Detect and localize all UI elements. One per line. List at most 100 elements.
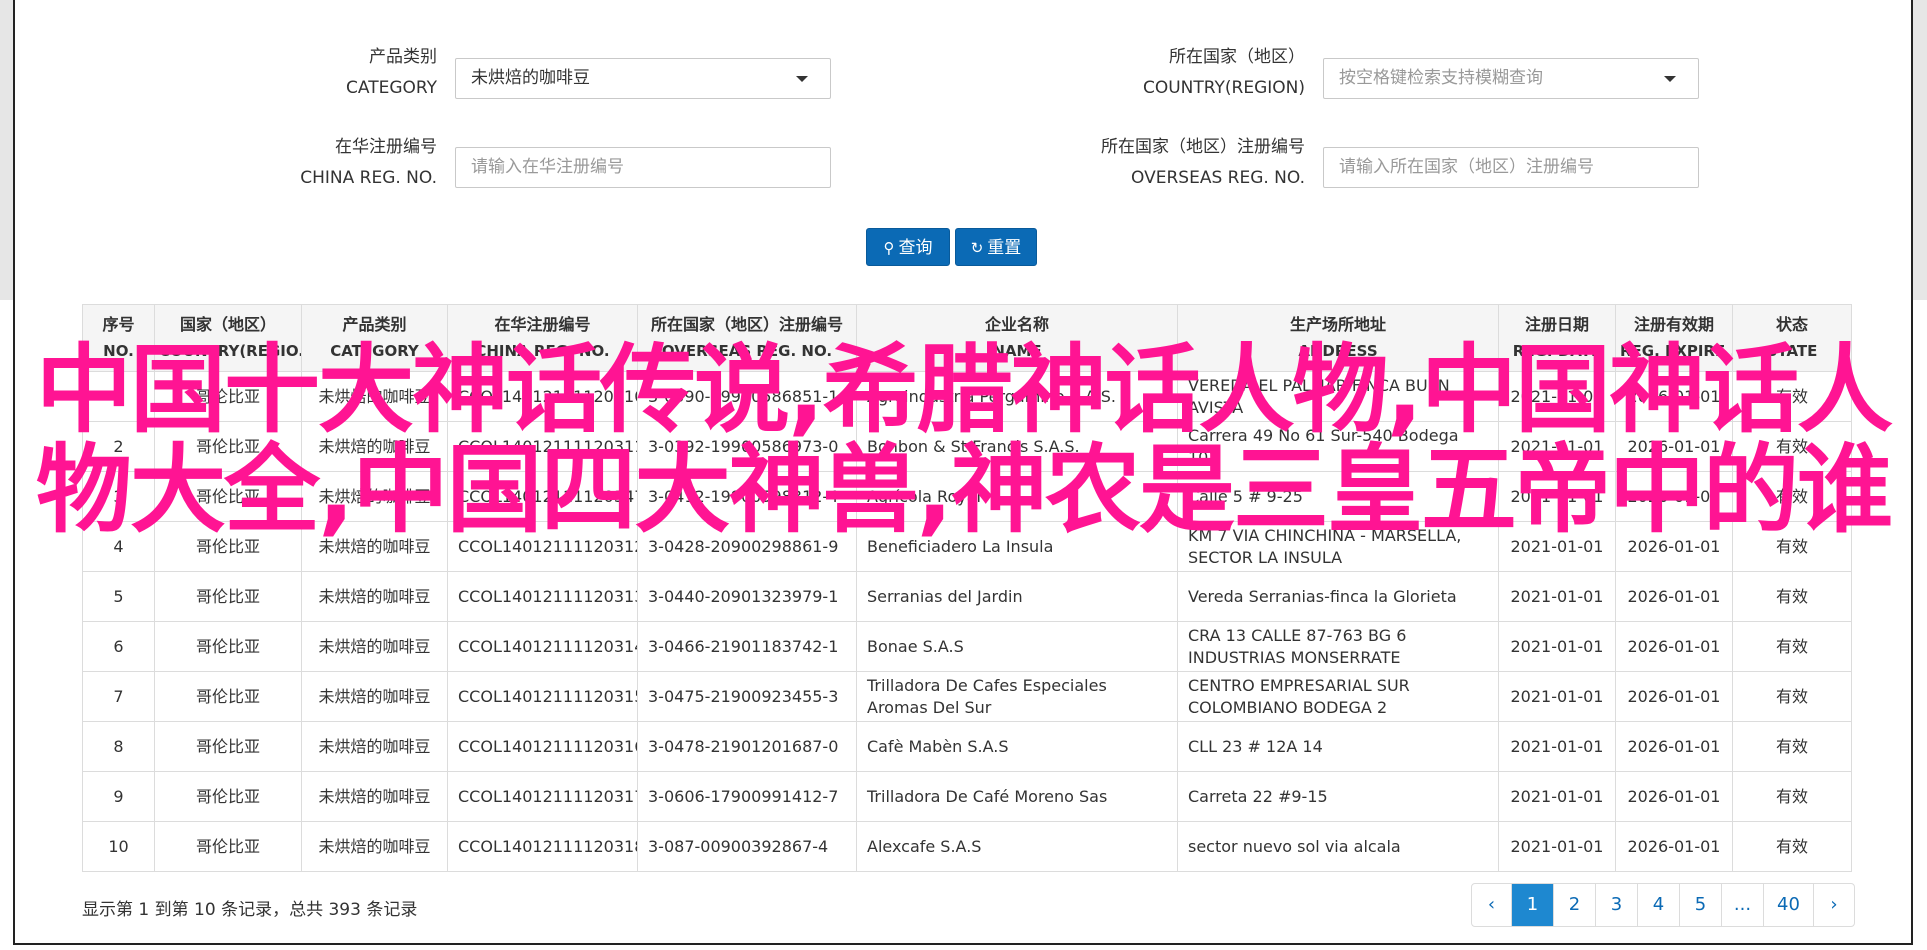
- table-row[interactable]: 9 哥伦比亚 未烘焙的咖啡豆 CCOL14012111120317 3-0606-179…: [82, 771, 1852, 822]
- column-header[interactable]: 国家（地区） COUNTRY(REGIO...: [154, 304, 302, 372]
- table-row[interactable]: 2 哥伦比亚 未烘焙的咖啡豆 CCOL14012111120311 3-0392-199…: [82, 421, 1852, 472]
- table-cell: 3-0412-19900598312-4: [637, 471, 857, 522]
- table-cell: CRA 13 CALLE 87-763 BG 6 INDUSTRIAS MONS…: [1177, 621, 1499, 672]
- table-cell: 2: [82, 421, 155, 472]
- table-cell: 2021-01-01: [1498, 571, 1616, 622]
- table-row[interactable]: 10 哥伦比亚 未烘焙的咖啡豆 CCOL14012111120318 3-087-009…: [82, 821, 1852, 872]
- table-cell: 有效: [1732, 721, 1852, 772]
- page-button[interactable]: 1: [1512, 884, 1554, 926]
- column-header[interactable]: 状态 STATE: [1732, 304, 1852, 372]
- table-row[interactable]: 1 哥伦比亚 未烘焙的咖啡豆 CCOL14012111120310 3-0390-199…: [82, 371, 1852, 422]
- overseas-reg-label-en: OVERSEAS REG. NO.: [1131, 168, 1305, 188]
- table-row[interactable]: 4 哥伦比亚 未烘焙的咖啡豆 CCOL14012111120312 3-0428-209…: [82, 521, 1852, 572]
- table-cell: 哥伦比亚: [154, 621, 302, 672]
- table-cell: 6: [82, 621, 155, 672]
- table-cell: 未烘焙的咖啡豆: [301, 821, 448, 872]
- table-row[interactable]: 7 哥伦比亚 未烘焙的咖啡豆 CCOL14012111120315 3-0475-219…: [82, 671, 1852, 722]
- reset-button-label: 重置: [987, 238, 1022, 258]
- table-cell: Agroindustria Pergamino S.A.S.: [856, 371, 1178, 422]
- column-header[interactable]: 在华注册编号 CHINA REG. NO.: [447, 304, 638, 372]
- table-cell: CCOL14012111120312: [447, 521, 638, 572]
- table-cell: 1: [82, 371, 155, 422]
- column-header[interactable]: 企业名称 NAME: [856, 304, 1178, 372]
- country-select[interactable]: 按空格键检索支持模糊查询: [1323, 58, 1699, 99]
- query-button[interactable]: ⚲ 查询: [866, 228, 950, 266]
- category-select-value: 未烘焙的咖啡豆: [471, 68, 590, 88]
- results-table: 序号 NO. 国家（地区） COUNTRY(REGIO... 产品类别 CATEGORY 在…: [82, 304, 1852, 872]
- column-header-cn: 序号: [102, 315, 135, 334]
- search-icon: ⚲: [883, 239, 895, 257]
- category-label-cn: 产品类别: [369, 47, 437, 67]
- right-scrollbar[interactable]: [1913, 0, 1927, 300]
- table-row[interactable]: 8 哥伦比亚 未烘焙的咖啡豆 CCOL14012111120316 3-0478-219…: [82, 721, 1852, 772]
- table-cell: 未烘焙的咖啡豆: [301, 671, 448, 722]
- prev-page-button[interactable]: ‹: [1472, 884, 1512, 926]
- table-cell: 2021-01-01: [1498, 721, 1616, 772]
- column-header-en: STATE: [1766, 342, 1818, 360]
- table-cell: 3-0392-19900586973-0: [637, 421, 857, 472]
- table-cell: 未烘焙的咖啡豆: [301, 571, 448, 622]
- table-cell: 2021-01-01: [1498, 821, 1616, 872]
- table-header-row: 序号 NO. 国家（地区） COUNTRY(REGIO... 产品类别 CATEGORY 在…: [82, 304, 1852, 372]
- table-cell: 2026-01-01: [1615, 521, 1733, 572]
- table-cell: 哥伦比亚: [154, 571, 302, 622]
- overseas-reg-input[interactable]: 请输入所在国家（地区）注册编号: [1323, 147, 1699, 188]
- table-cell: 2026-01-01: [1615, 771, 1733, 822]
- table-cell: KM 7 VIA CHINCHINA - MARSELLA, SECTOR LA…: [1177, 521, 1499, 572]
- page-button[interactable]: 40: [1764, 884, 1814, 926]
- table-cell: CCOL14012111120318: [447, 821, 638, 872]
- column-header-en: COUNTRY(REGIO...: [159, 342, 302, 360]
- table-cell: 3-0606-17900991412-7: [637, 771, 857, 822]
- column-header-en: NO.: [103, 342, 134, 360]
- table-cell: 2026-01-01: [1615, 621, 1733, 672]
- country-label-en: COUNTRY(REGION): [1142, 78, 1305, 98]
- category-label: 产品类别 CATEGORY: [300, 42, 437, 104]
- table-cell: 未烘焙的咖啡豆: [301, 471, 448, 522]
- table-cell: 2021-01-01: [1498, 371, 1616, 422]
- column-header-en: REG. EXPIRE ...: [1620, 342, 1732, 360]
- column-header-cn: 所在国家（地区）注册编号: [650, 315, 843, 334]
- table-cell: 哥伦比亚: [154, 671, 302, 722]
- column-header[interactable]: 产品类别 CATEGORY: [301, 304, 448, 372]
- table-cell: 3: [82, 471, 155, 522]
- table-cell: CCOL14012111120313: [447, 571, 638, 622]
- page-button[interactable]: 2: [1554, 884, 1596, 926]
- page-button[interactable]: 5: [1680, 884, 1722, 926]
- table-cell: Carreta 22 #9-15: [1177, 771, 1499, 822]
- category-label-en: CATEGORY: [346, 78, 437, 98]
- table-cell: CCOL14012111120347: [447, 471, 638, 522]
- chevron-down-icon: [796, 76, 808, 82]
- refresh-icon: ↻: [970, 239, 984, 257]
- column-header[interactable]: 生产场所地址 ADDRESS: [1177, 304, 1499, 372]
- column-header[interactable]: 注册日期 REG. DATE: [1498, 304, 1616, 372]
- page-button[interactable]: 3: [1596, 884, 1638, 926]
- page-button[interactable]: 4: [1638, 884, 1680, 926]
- column-header-cn: 状态: [1775, 315, 1808, 334]
- table-row[interactable]: 5 哥伦比亚 未烘焙的咖啡豆 CCOL14012111120313 3-0440-209…: [82, 571, 1852, 622]
- table-row[interactable]: 6 哥伦比亚 未烘焙的咖啡豆 CCOL14012111120314 3-0466-219…: [82, 621, 1852, 672]
- table-cell: 有效: [1732, 371, 1852, 422]
- table-cell: CCOL14012111120315: [447, 671, 638, 722]
- column-header[interactable]: 序号 NO.: [82, 304, 155, 372]
- table-cell: 2026-01-01: [1615, 571, 1733, 622]
- table-cell: 2026-01-01: [1615, 471, 1733, 522]
- table-cell: 2021-01-01: [1498, 771, 1616, 822]
- table-cell: Beneficiadero La Insula: [856, 521, 1178, 572]
- table-cell: 2026-01-01: [1615, 421, 1733, 472]
- category-select[interactable]: 未烘焙的咖啡豆: [455, 58, 831, 99]
- table-cell: Cafè Mabèn S.A.S: [856, 721, 1178, 772]
- page-button: ...: [1722, 884, 1764, 926]
- column-header-en: OVERSEAS REG. NO.: [661, 342, 833, 360]
- table-row[interactable]: 3 哥伦比亚 未烘焙的咖啡豆 CCOL14012111120347 3-0412-199…: [82, 471, 1852, 522]
- column-header[interactable]: 注册有效期 REG. EXPIRE ...: [1615, 304, 1733, 372]
- table-cell: Serranias del Jardin: [856, 571, 1178, 622]
- next-page-button[interactable]: ›: [1814, 884, 1854, 926]
- country-label-cn: 所在国家（地区）: [1169, 47, 1305, 67]
- china-reg-input[interactable]: 请输入在华注册编号: [455, 147, 831, 188]
- column-header[interactable]: 所在国家（地区）注册编号 OVERSEAS REG. NO.: [637, 304, 857, 372]
- table-cell: Agrícola Royal: [856, 471, 1178, 522]
- left-scrollbar[interactable]: [0, 0, 13, 300]
- reset-button[interactable]: ↻ 重置: [955, 228, 1037, 266]
- table-cell: 9: [82, 771, 155, 822]
- table-cell: 有效: [1732, 671, 1852, 722]
